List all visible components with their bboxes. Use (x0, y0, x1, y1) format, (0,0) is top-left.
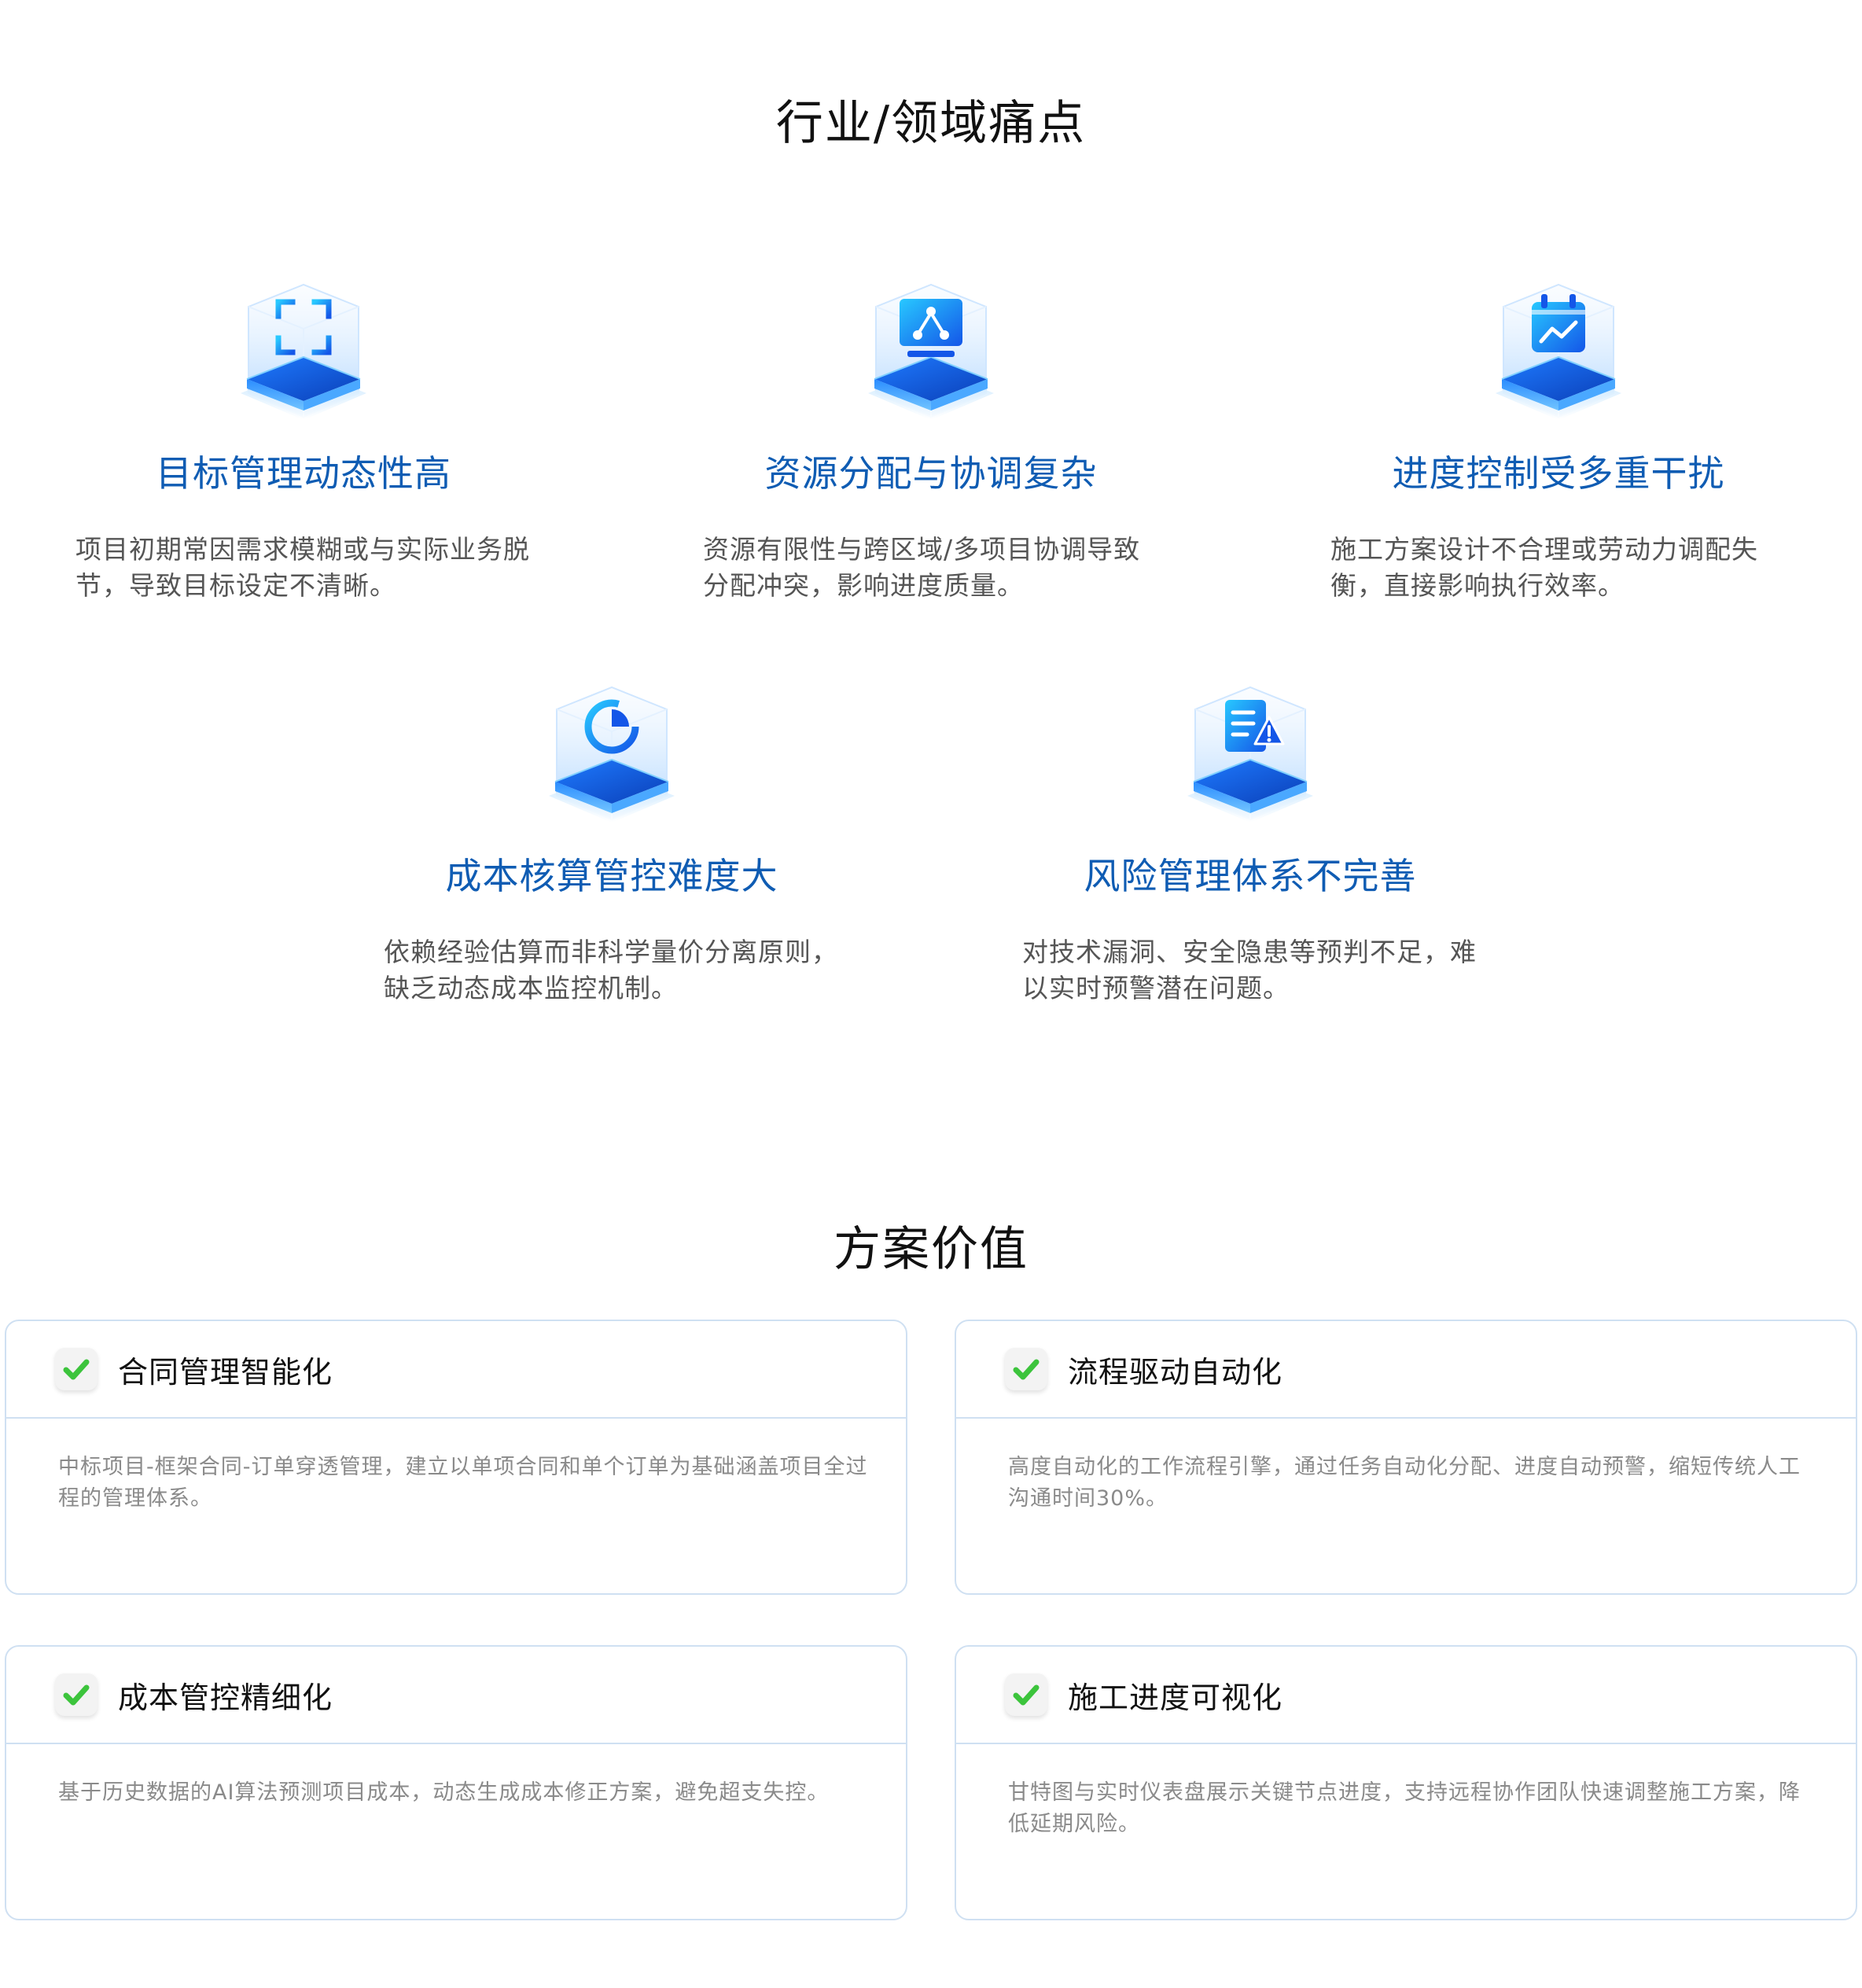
value-card-desc: 基于历史数据的AI算法预测项目成本，动态生成成本修正方案，避免超支失控。 (58, 1780, 830, 1805)
value-card-cost-control: 成本管控精细化 基于历史数据的AI算法预测项目成本，动态生成成本修正方案，避免超… (5, 1645, 907, 1920)
pie-chart-icon (548, 687, 675, 823)
value-card-header: 合同管理智能化 (6, 1321, 906, 1419)
check-icon (1005, 1673, 1047, 1716)
pain-card-target-management: 目标管理动态性高 项目初期常因需求模糊或与实际业务脱节，导致目标设定不清晰。 (60, 275, 547, 604)
pain-card-schedule-control: 进度控制受多重干扰 施工方案设计不合理或劳动力调配失衡，直接影响执行效率。 (1315, 275, 1802, 604)
pain-section-title: 行业/领域痛点 (775, 96, 1087, 151)
scan-frame-icon (240, 284, 367, 421)
value-card-header: 成本管控精细化 (6, 1647, 906, 1744)
value-card-header: 流程驱动自动化 (956, 1321, 1856, 1419)
pain-card-title: 目标管理动态性高 (156, 452, 451, 495)
value-card-workflow: 流程驱动自动化 高度自动化的工作流程引擎，通过任务自动化分配、进度自动预警，缩短… (955, 1320, 1857, 1595)
value-card-title: 施工进度可视化 (1068, 1680, 1283, 1715)
pain-card-risk-management: 风险管理体系不完善 对技术漏洞、安全隐患等预判不足，难以实时预警潜在问题。 (1006, 678, 1494, 1007)
value-card-title: 合同管理智能化 (118, 1354, 333, 1390)
check-icon (1005, 1348, 1047, 1390)
value-section-title: 方案价值 (833, 1222, 1029, 1277)
calendar-chart-icon (1495, 284, 1622, 421)
value-card-desc: 中标项目-框架合同-订单穿透管理，建立以单项合同和单个订单为基础涵盖项目全过程的… (58, 1455, 868, 1511)
pain-card-desc: 对技术漏洞、安全隐患等预判不足，难以实时预警潜在问题。 (1022, 937, 1477, 1003)
pain-card-resource-allocation: 资源分配与协调复杂 资源有限性与跨区域/多项目协调导致分配冲突，影响进度质量。 (687, 275, 1175, 604)
pain-card-title: 成本核算管控难度大 (445, 855, 778, 897)
value-card-desc: 高度自动化的工作流程引擎，通过任务自动化分配、进度自动预警，缩短传统人工沟通时间… (1008, 1455, 1801, 1511)
value-card-contract: 合同管理智能化 中标项目-框架合同-订单穿透管理，建立以单项合同和单个订单为基础… (5, 1320, 907, 1595)
pain-card-title: 风险管理体系不完善 (1084, 855, 1417, 897)
value-card-desc: 甘特图与实时仪表盘展示关键节点进度，支持远程协作团队快速调整施工方案，降低延期风… (1008, 1780, 1801, 1836)
document-warning-icon (1187, 687, 1314, 823)
pain-card-desc: 施工方案设计不合理或劳动力调配失衡，直接影响执行效率。 (1330, 534, 1758, 601)
pain-card-desc: 资源有限性与跨区域/多项目协调导致分配冲突，影响进度质量。 (703, 534, 1141, 601)
pain-card-title: 进度控制受多重干扰 (1392, 452, 1725, 495)
pain-card-desc: 项目初期常因需求模糊或与实际业务脱节，导致目标设定不清晰。 (75, 534, 530, 601)
pain-card-desc: 依赖经验估算而非科学量价分离原则，缺乏动态成本监控机制。 (384, 937, 838, 1003)
pain-card-cost-accounting: 成本核算管控难度大 依赖经验估算而非科学量价分离原则，缺乏动态成本监控机制。 (368, 678, 856, 1007)
value-card-title: 流程驱动自动化 (1068, 1354, 1283, 1390)
pain-card-title: 资源分配与协调复杂 (764, 452, 1098, 495)
check-icon (55, 1348, 98, 1390)
value-card-title: 成本管控精细化 (118, 1680, 333, 1715)
value-card-header: 施工进度可视化 (956, 1647, 1856, 1744)
network-monitor-icon (867, 284, 995, 421)
value-card-progress-visual: 施工进度可视化 甘特图与实时仪表盘展示关键节点进度，支持远程协作团队快速调整施工… (955, 1645, 1857, 1920)
check-icon (55, 1673, 98, 1716)
